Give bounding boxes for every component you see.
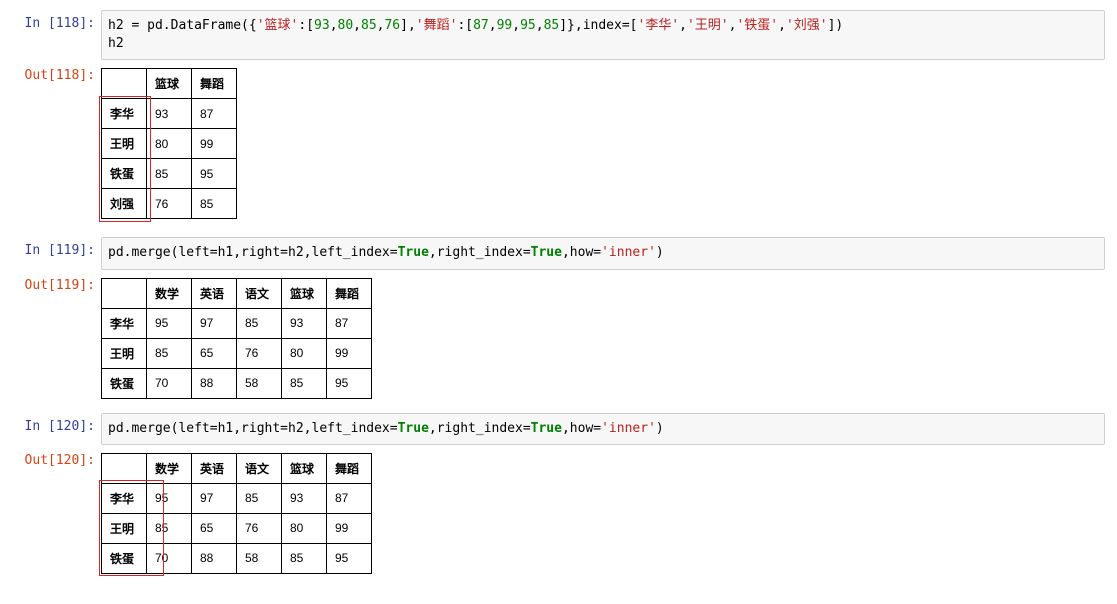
column-header: 篮球 [282, 278, 327, 308]
output-cell-118: Out[118]: 篮球舞蹈李华9387王明8099铁蛋8595刘强7685 [0, 62, 1117, 235]
column-header [102, 69, 147, 99]
table-row: 李华9387 [102, 99, 237, 129]
table-row: 王明8565768099 [102, 338, 372, 368]
table-row: 铁蛋7088588595 [102, 543, 372, 573]
row-index: 李华 [102, 483, 147, 513]
column-header: 英语 [192, 278, 237, 308]
output-area-119: 数学英语语文篮球舞蹈李华9597859387王明8565768099铁蛋7088… [101, 272, 1117, 411]
table-cell: 85 [147, 513, 192, 543]
code-input-120[interactable]: pd.merge(left=h1,right=h2,left_index=Tru… [101, 413, 1105, 445]
table-row: 李华9597859387 [102, 483, 372, 513]
table-cell: 70 [147, 368, 192, 398]
table-cell: 97 [192, 308, 237, 338]
table-cell: 85 [282, 543, 327, 573]
input-cell-120: In [120]: pd.merge(left=h1,right=h2,left… [0, 413, 1117, 445]
dataframe-table-118: 篮球舞蹈李华9387王明8099铁蛋8595刘强7685 [101, 68, 237, 219]
table-cell: 95 [327, 368, 372, 398]
row-index: 刘强 [102, 189, 147, 219]
table-cell: 76 [147, 189, 192, 219]
output-area-120: 数学英语语文篮球舞蹈李华9597859387王明8565768099铁蛋7088… [101, 447, 1117, 590]
dataframe-table-119: 数学英语语文篮球舞蹈李华9597859387王明8565768099铁蛋7088… [101, 278, 372, 399]
column-header [102, 278, 147, 308]
table-cell: 85 [147, 338, 192, 368]
table-wrapper-118: 篮球舞蹈李华9387王明8099铁蛋8595刘强7685 [101, 66, 237, 219]
column-header: 数学 [147, 453, 192, 483]
input-cell-119: In [119]: pd.merge(left=h1,right=h2,left… [0, 237, 1117, 269]
table-cell: 80 [282, 513, 327, 543]
table-cell: 65 [192, 338, 237, 368]
column-header [102, 453, 147, 483]
row-index: 王明 [102, 513, 147, 543]
table-cell: 85 [237, 308, 282, 338]
column-header: 舞蹈 [192, 69, 237, 99]
column-header: 数学 [147, 278, 192, 308]
table-cell: 99 [327, 338, 372, 368]
output-cell-119: Out[119]: 数学英语语文篮球舞蹈李华9597859387王明856576… [0, 272, 1117, 411]
table-cell: 93 [282, 308, 327, 338]
table-cell: 85 [237, 483, 282, 513]
table-row: 李华9597859387 [102, 308, 372, 338]
table-cell: 95 [327, 543, 372, 573]
dataframe-table-120: 数学英语语文篮球舞蹈李华9597859387王明8565768099铁蛋7088… [101, 453, 372, 574]
table-cell: 76 [237, 513, 282, 543]
table-cell: 76 [237, 338, 282, 368]
column-header: 舞蹈 [327, 453, 372, 483]
table-cell: 88 [192, 368, 237, 398]
column-header: 语文 [237, 278, 282, 308]
table-row: 铁蛋7088588595 [102, 368, 372, 398]
table-cell: 85 [282, 368, 327, 398]
row-index: 铁蛋 [102, 543, 147, 573]
table-cell: 70 [147, 543, 192, 573]
table-cell: 80 [282, 338, 327, 368]
column-header: 篮球 [282, 453, 327, 483]
table-cell: 99 [327, 513, 372, 543]
table-cell: 58 [237, 543, 282, 573]
out-prompt-118: Out[118]: [0, 62, 101, 84]
in-prompt-119: In [119]: [0, 237, 101, 259]
table-cell: 99 [192, 129, 237, 159]
row-index: 李华 [102, 99, 147, 129]
out-prompt-119: Out[119]: [0, 272, 101, 294]
row-index: 王明 [102, 338, 147, 368]
table-cell: 95 [147, 308, 192, 338]
row-index: 铁蛋 [102, 368, 147, 398]
table-cell: 87 [327, 308, 372, 338]
column-header: 篮球 [147, 69, 192, 99]
table-row: 王明8565768099 [102, 513, 372, 543]
table-cell: 87 [192, 99, 237, 129]
out-prompt-120: Out[120]: [0, 447, 101, 469]
in-prompt-120: In [120]: [0, 413, 101, 435]
table-row: 铁蛋8595 [102, 159, 237, 189]
table-cell: 93 [282, 483, 327, 513]
table-cell: 85 [147, 159, 192, 189]
table-cell: 65 [192, 513, 237, 543]
table-cell: 97 [192, 483, 237, 513]
table-cell: 85 [192, 189, 237, 219]
table-cell: 93 [147, 99, 192, 129]
column-header: 英语 [192, 453, 237, 483]
row-index: 铁蛋 [102, 159, 147, 189]
output-area-118: 篮球舞蹈李华9387王明8099铁蛋8595刘强7685 [101, 62, 1117, 235]
row-index: 李华 [102, 308, 147, 338]
output-cell-120: Out[120]: 数学英语语文篮球舞蹈李华9597859387王明856576… [0, 447, 1117, 590]
input-cell-118: In [118]: h2 = pd.DataFrame({'篮球':[93,80… [0, 10, 1117, 60]
table-cell: 87 [327, 483, 372, 513]
table-row: 刘强7685 [102, 189, 237, 219]
table-wrapper-120: 数学英语语文篮球舞蹈李华9597859387王明8565768099铁蛋7088… [101, 451, 372, 574]
table-cell: 95 [147, 483, 192, 513]
table-cell: 80 [147, 129, 192, 159]
column-header: 舞蹈 [327, 278, 372, 308]
code-input-118[interactable]: h2 = pd.DataFrame({'篮球':[93,80,85,76],'舞… [101, 10, 1105, 60]
row-index: 王明 [102, 129, 147, 159]
table-row: 王明8099 [102, 129, 237, 159]
table-cell: 95 [192, 159, 237, 189]
code-input-119[interactable]: pd.merge(left=h1,right=h2,left_index=Tru… [101, 237, 1105, 269]
in-prompt-118: In [118]: [0, 10, 101, 32]
column-header: 语文 [237, 453, 282, 483]
table-cell: 88 [192, 543, 237, 573]
table-cell: 58 [237, 368, 282, 398]
